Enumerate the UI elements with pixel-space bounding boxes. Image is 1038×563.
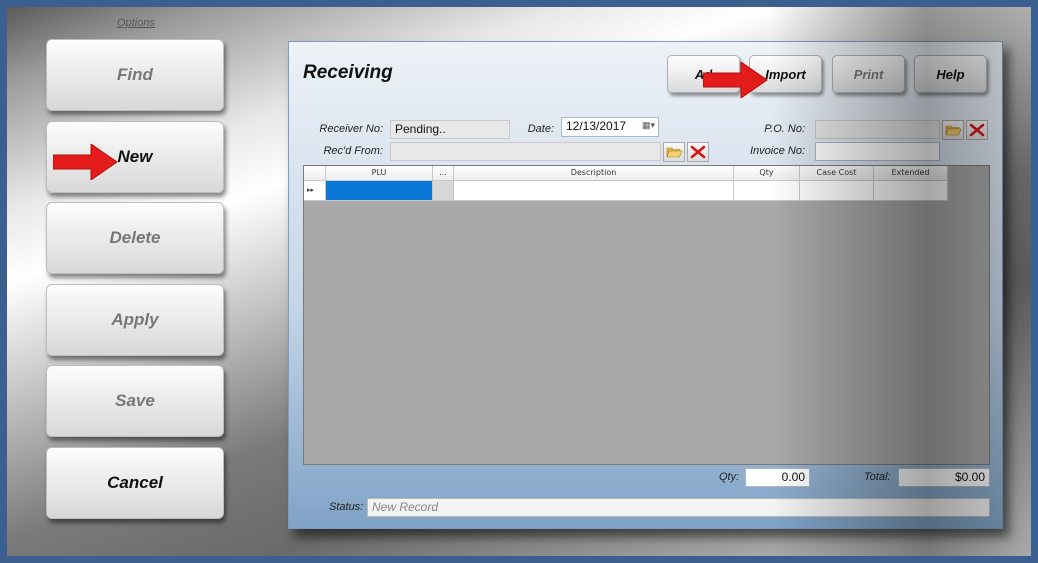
folder-open-icon[interactable] [942,120,964,140]
items-grid[interactable]: PLU ... Description Qty Case Cost Extend… [303,165,990,465]
column-header-extended[interactable]: Extended [874,166,948,181]
grid-header: PLU ... Description Qty Case Cost Extend… [304,166,948,181]
options-heading: Options [117,17,155,29]
column-header-case-cost[interactable]: Case Cost [800,166,874,181]
total-label: Total: [864,471,891,483]
recd-from-label: Rec'd From: [323,145,383,157]
total-value: $0.00 [898,468,990,487]
page-title: Receiving [303,62,393,83]
cell-description[interactable] [454,181,734,201]
find-button[interactable]: Find [46,39,224,111]
column-header-description[interactable]: Description [454,166,734,181]
row-indicator: ▸▸ [304,181,326,201]
status-label: Status: [329,501,364,513]
clear-x-icon[interactable] [687,142,709,162]
calendar-dropdown-icon[interactable]: ▦▾ [642,120,655,131]
po-no-label: P.O. No: [764,123,805,135]
date-value: 12/13/2017 [566,119,627,133]
receiver-no-label: Receiver No: [319,123,383,135]
clear-x-icon[interactable] [966,120,988,140]
red-arrow-annotation [53,144,118,180]
column-header-lookup[interactable]: ... [433,166,454,181]
help-button[interactable]: Help [914,55,987,93]
red-arrow-annotation [703,62,768,98]
qty-total-label: Qty: [719,471,740,483]
status-field: New Record [367,498,990,517]
app-window: Options Find New Delete Apply Save Cance… [7,7,1031,556]
row-header-column [304,166,326,181]
column-header-qty[interactable]: Qty [734,166,800,181]
delete-button[interactable]: Delete [46,202,224,274]
print-button[interactable]: Print [832,55,905,93]
table-row[interactable]: ▸▸ [304,181,948,201]
cell-qty[interactable] [734,181,800,201]
cell-case-cost[interactable] [800,181,874,201]
apply-button[interactable]: Apply [46,284,224,356]
invoice-no-label: Invoice No: [749,145,805,157]
cancel-button[interactable]: Cancel [46,447,224,519]
recd-from-field[interactable] [390,142,661,161]
invoice-no-field[interactable] [815,142,940,161]
qty-total-value: 0.00 [745,468,810,487]
receiver-no-field[interactable]: Pending.. [390,120,510,139]
receiving-panel: Receiving Ad Import Print Help Receiver … [288,41,1003,529]
date-label: Date: [527,123,554,135]
cell-extended[interactable] [874,181,948,201]
cell-lookup-button[interactable] [433,181,454,201]
save-button[interactable]: Save [46,365,224,437]
cell-plu[interactable] [326,181,433,201]
po-no-field[interactable] [815,120,940,139]
column-header-plu[interactable]: PLU [326,166,433,181]
date-picker[interactable]: 12/13/2017 ▦▾ [561,117,659,137]
folder-open-icon[interactable] [663,142,685,162]
